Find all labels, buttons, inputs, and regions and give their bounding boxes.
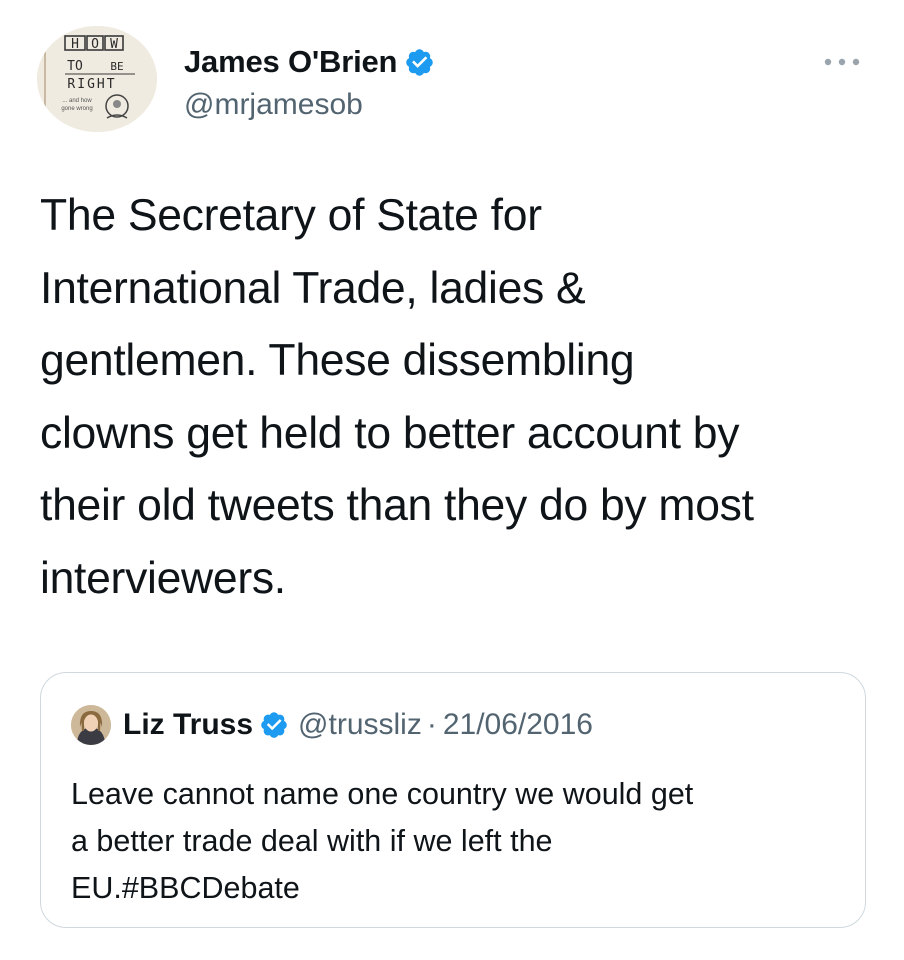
quoted-author-handle[interactable]: @trussliz: [298, 705, 422, 745]
svg-text:RIGHT: RIGHT: [67, 77, 116, 92]
quoted-tweet-header: Liz Truss @trussliz · 21/06/2016: [71, 705, 593, 745]
svg-text:O: O: [91, 37, 99, 52]
book-cover-avatar-icon: H O W TO BE RIGHT ... and how gone wrong: [37, 26, 157, 132]
svg-text:TO: TO: [67, 59, 83, 74]
svg-text:gone wrong: gone wrong: [61, 106, 92, 112]
quoted-tweet-date[interactable]: 21/06/2016: [443, 705, 593, 745]
author-avatar[interactable]: H O W TO BE RIGHT ... and how gone wrong: [37, 26, 157, 132]
svg-text:H: H: [71, 37, 79, 52]
more-options-button[interactable]: [820, 50, 864, 74]
author-handle[interactable]: @mrjamesob: [184, 86, 363, 124]
quoted-separator: ·: [426, 708, 437, 741]
svg-text:... and how: ... and how: [62, 98, 92, 104]
svg-text:W: W: [110, 37, 118, 52]
quoted-tweet-card[interactable]: Liz Truss @trussliz · 21/06/2016 Leave c…: [40, 672, 866, 928]
author-name-row: James O'Brien: [184, 42, 435, 82]
svg-text:BE: BE: [110, 60, 123, 73]
quoted-author-name[interactable]: Liz Truss: [123, 705, 253, 745]
quoted-tweet-text: Leave cannot name one country we would g…: [71, 777, 694, 905]
verified-badge-icon: [404, 47, 435, 78]
profile-photo-avatar-icon: [71, 705, 111, 745]
quoted-author-avatar[interactable]: [71, 705, 111, 745]
more-options-icon: [824, 58, 860, 66]
quoted-verified-badge-icon: [259, 710, 289, 740]
tweet-text: The Secretary of State for International…: [40, 191, 754, 603]
author-name[interactable]: James O'Brien: [184, 42, 397, 82]
